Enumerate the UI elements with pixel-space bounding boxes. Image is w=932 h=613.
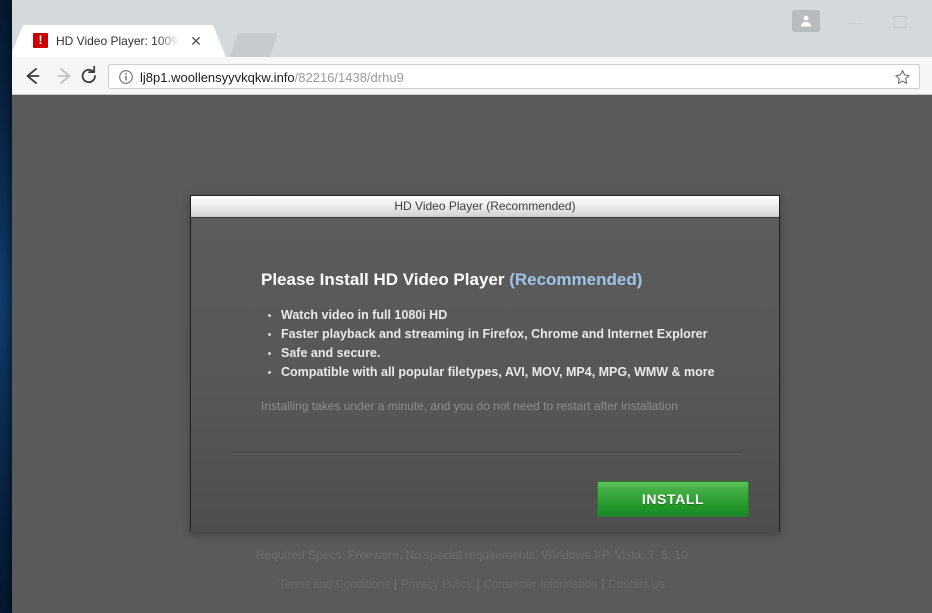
reload-button[interactable] [76,64,102,88]
url-text: lj8p1.woollensyyvkqkw.info/82216/1438/dr… [140,69,404,86]
dialog-heading: Please Install HD Video Player (Recommen… [261,270,642,290]
feature-list: Watch video in full 1080i HD Faster play… [261,306,715,382]
url-host: lj8p1.woollensyyvkqkw.info [140,70,295,85]
bookmark-star-icon[interactable] [894,69,911,86]
footer-link-terms[interactable]: Terms and Conditions [279,579,390,591]
footer-separator: | [393,579,397,591]
site-information-icon[interactable] [118,69,134,85]
dialog-body: Please Install HD Video Player (Recommen… [191,218,779,532]
tab-close-icon[interactable]: ✕ [188,33,204,49]
browser-tab-title: HD Video Player: 100% F [56,34,182,48]
footer-links: Terms and Conditions | Privacy Policy | Cons… [12,579,932,591]
tab-right-edge [213,25,227,57]
warning-favicon-icon: ! [33,33,48,48]
footer-link-contact-us[interactable]: Contact Us [608,579,665,591]
profile-avatar-icon[interactable] [792,10,820,32]
forward-arrow-icon [57,68,71,84]
reload-icon [81,65,96,84]
new-tab-button[interactable] [229,33,279,57]
browser-tab-active[interactable]: ! HD Video Player: 100% F ✕ [12,25,226,57]
back-button[interactable] [20,64,46,88]
tab-left-edge [12,25,23,57]
window-minimize-button[interactable] [832,8,878,34]
footer-separator: | [601,579,605,591]
dialog-titlebar: HD Video Player (Recommended) [191,196,779,218]
url-path: /82216/1438/drhu9 [294,70,404,85]
required-specs-text: Required Specs: Freeware, No special req… [256,548,688,562]
feature-item: Faster playback and streaming in Firefox… [268,325,715,344]
feature-item: Watch video in full 1080i HD [268,306,715,325]
footer-link-privacy[interactable]: Privacy Policy [401,579,473,591]
page-content-area: HD Video Player (Recommended) Please Ins… [12,95,932,613]
dialog-title: HD Video Player (Recommended) [394,199,576,213]
maximize-icon [894,16,906,28]
dialog-divider [232,452,742,454]
install-dialog: HD Video Player (Recommended) Please Ins… [190,195,780,532]
dialog-heading-main: Please Install HD Video Player [261,270,510,289]
feature-item: Compatible with all popular filetypes, A… [268,363,715,382]
browser-tab-strip: ! HD Video Player: 100% F ✕ [12,0,932,57]
tab-strip-top-fill [12,0,932,7]
install-note: Installing takes under a minute, and you… [261,399,678,413]
back-arrow-icon [26,68,40,84]
footer-link-consumer-information[interactable]: Consumer Information [484,579,598,591]
forward-button[interactable] [50,64,76,88]
window-maximize-button[interactable] [878,8,924,34]
install-button[interactable]: INSTALL [597,481,749,517]
browser-window: ! HD Video Player: 100% F ✕ lj8p1.woolle… [12,0,932,613]
address-bar[interactable]: lj8p1.woollensyyvkqkw.info/82216/1438/dr… [108,64,920,89]
info-circle-icon [119,70,133,84]
dialog-heading-recommended: (Recommended) [509,270,643,289]
favicon-exclamation-glyph: ! [38,33,43,47]
star-outline-icon [895,70,910,84]
footer-separator: | [476,579,480,591]
browser-toolbar: lj8p1.woollensyyvkqkw.info/82216/1438/dr… [12,57,932,95]
feature-item: Safe and secure. [268,344,715,363]
person-icon [800,15,812,27]
minimize-icon [847,23,862,24]
